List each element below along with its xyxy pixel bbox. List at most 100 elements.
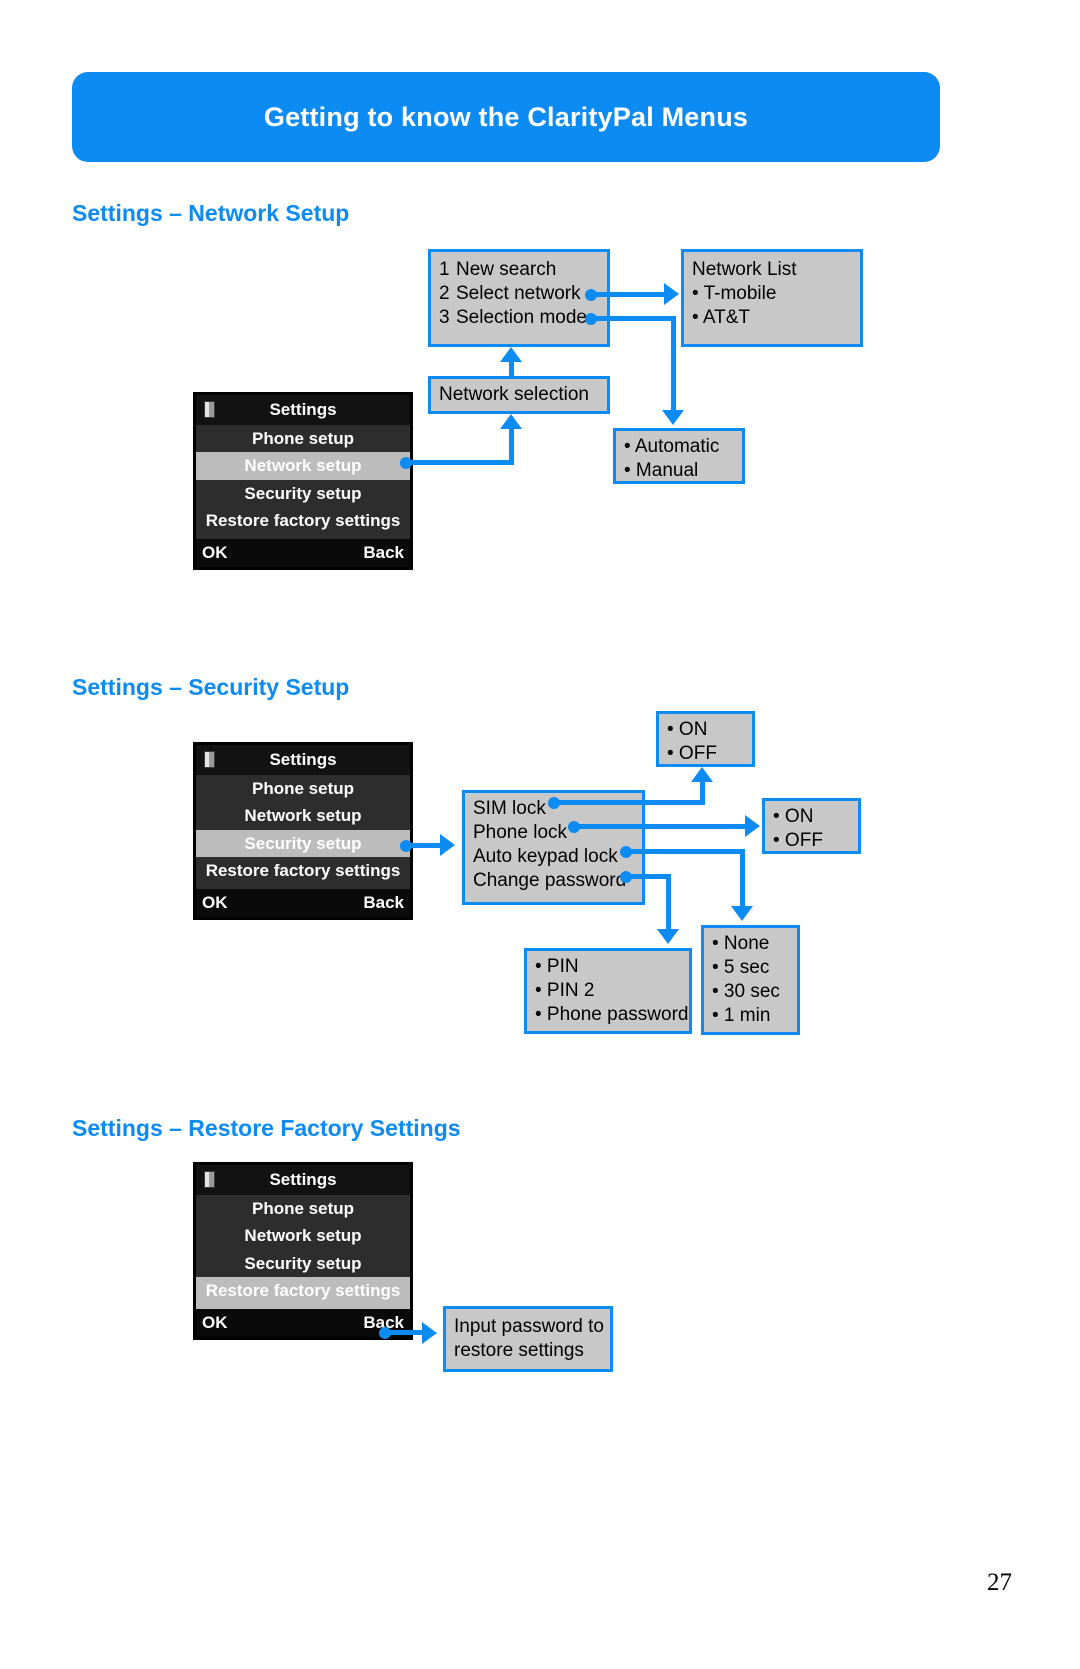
network-option-row-1: 1 New search <box>439 258 599 282</box>
phone-menu-title: Settings <box>269 1170 337 1189</box>
keypad-lock-option-none: • None <box>712 933 770 954</box>
page-header-banner: Getting to know the ClarityPal Menus <box>72 72 940 162</box>
input-password-line-0: Input password to <box>454 1316 604 1337</box>
network-list-item-att: • AT&T <box>692 306 751 328</box>
menu-item-restore-factory-settings[interactable]: Restore factory settings <box>196 507 410 539</box>
phone-softkey-bar: OK Back <box>196 889 410 917</box>
menu-item-restore-factory-settings[interactable]: Restore factory settings <box>196 1276 410 1309</box>
section-heading-network-setup: Settings – Network Setup <box>72 200 350 226</box>
box-selection-mode-options: • Automatic • Manual <box>613 428 745 484</box>
menu-item-security-setup[interactable]: Security setup <box>196 829 410 857</box>
security-menu-auto-keypad-lock: Auto keypad lock <box>473 845 618 867</box>
phone-menu-title: Settings <box>269 750 337 769</box>
section-heading-restore-factory-settings: Settings – Restore Factory Settings <box>72 1115 461 1141</box>
menu-item-network-setup[interactable]: Network setup <box>196 452 410 480</box>
sim-card-icon <box>204 1171 215 1188</box>
sim-lock-option-on: • ON <box>667 719 708 740</box>
phone-title-bar: Settings <box>196 745 410 775</box>
box-network-selection: Network selection <box>428 376 610 414</box>
selection-mode-manual: • Manual <box>624 459 699 481</box>
box-network-list: Network List • T-mobile • AT&T <box>681 249 863 347</box>
phone-screen-security-setup: Settings Phone setup Network setup Secur… <box>193 742 413 920</box>
network-option-label-2: Select network <box>456 282 581 304</box>
box-network-selection-line-0: Network selection <box>439 384 589 406</box>
connector-arrow-up-options <box>500 347 522 362</box>
keypad-lock-option-1min: • 1 min <box>712 1004 771 1026</box>
network-option-number-3: 3 <box>439 306 450 328</box>
connector-line-h-selection-mode <box>591 316 676 321</box>
connector-line-v-auto-keypad <box>740 849 745 907</box>
phone-screen-network-setup: Settings Phone setup Network setup Secur… <box>193 392 413 570</box>
connector-arrow-down-password-options <box>657 929 679 944</box>
softkey-back[interactable]: Back <box>363 543 404 563</box>
password-option-pin2: • PIN 2 <box>535 979 595 1001</box>
connector-line-h-change-password <box>626 874 671 879</box>
connector-line-v-network-selection <box>509 362 514 378</box>
phone-menu-list: Phone setup Network setup Security setup… <box>196 425 410 539</box>
network-option-number-1: 1 <box>439 259 450 280</box>
box-sim-lock-options: • ON • OFF <box>656 711 755 767</box>
connector-line-h-restore-factory <box>385 1330 423 1335</box>
input-password-line-1: restore settings <box>454 1339 584 1361</box>
menu-item-phone-setup[interactable]: Phone setup <box>196 775 410 802</box>
sim-card-icon <box>204 401 215 418</box>
phone-screen-restore-factory: Settings Phone setup Network setup Secur… <box>193 1162 413 1340</box>
softkey-ok[interactable]: OK <box>202 1313 228 1333</box>
network-option-row-2: 2 Select network <box>439 282 599 306</box>
sim-card-icon <box>204 751 215 768</box>
menu-item-restore-factory-settings[interactable]: Restore factory settings <box>196 857 410 889</box>
connector-line-h-sim-lock <box>554 800 702 805</box>
security-menu-change-password: Change password <box>473 869 627 891</box>
phone-menu-title: Settings <box>269 400 337 419</box>
menu-item-phone-setup[interactable]: Phone setup <box>196 425 410 452</box>
network-list-item-tmobile: • T-mobile <box>692 282 777 304</box>
password-option-phone-password: • Phone password <box>535 1003 689 1025</box>
connector-line-h-network-setup <box>406 460 514 465</box>
connector-line-v-change-password <box>666 874 671 930</box>
connector-line-v-sim-lock <box>700 781 705 805</box>
phone-title-bar: Settings <box>196 1165 410 1195</box>
connector-line-h-auto-keypad <box>626 849 744 854</box>
keypad-lock-option-30sec: • 30 sec <box>712 980 780 1002</box>
softkey-ok[interactable]: OK <box>202 893 228 913</box>
network-option-label-3: Selection mode <box>456 306 587 328</box>
connector-arrow-down-selection-mode <box>662 410 684 425</box>
menu-item-security-setup[interactable]: Security setup <box>196 1250 410 1277</box>
phone-softkey-bar: OK Back <box>196 539 410 567</box>
section-heading-security-setup: Settings – Security Setup <box>72 674 350 700</box>
connector-arrow-right-network-list <box>664 283 679 305</box>
softkey-ok[interactable]: OK <box>202 543 228 563</box>
connector-line-h-security-setup <box>406 843 440 848</box>
connector-line-h-select-network <box>591 292 665 297</box>
network-option-row-3: 3 Selection mode <box>439 306 599 330</box>
connector-arrow-up-network-selection <box>500 414 522 429</box>
connector-arrow-right-security-menu <box>440 834 455 856</box>
connector-line-h-phone-lock <box>574 824 746 829</box>
connector-arrow-right-phone-lock-options <box>745 815 760 837</box>
phone-menu-list: Phone setup Network setup Security setup… <box>196 1195 410 1309</box>
page-number: 27 <box>987 1569 1012 1596</box>
menu-item-network-setup[interactable]: Network setup <box>196 1222 410 1249</box>
page-title: Getting to know the ClarityPal Menus <box>263 101 749 132</box>
softkey-back[interactable]: Back <box>363 893 404 913</box>
box-input-password: Input password to restore settings <box>443 1306 613 1372</box>
keypad-lock-option-5sec: • 5 sec <box>712 956 770 978</box>
box-phone-lock-options: • ON • OFF <box>762 798 861 854</box>
selection-mode-automatic: • Automatic <box>624 436 720 457</box>
phone-menu-list: Phone setup Network setup Security setup… <box>196 775 410 889</box>
network-option-number-2: 2 <box>439 282 450 304</box>
sim-lock-option-off: • OFF <box>667 742 717 764</box>
connector-arrow-right-input-password <box>422 1322 437 1344</box>
menu-item-network-setup[interactable]: Network setup <box>196 802 410 829</box>
connector-arrow-down-keypad-lock-options <box>731 906 753 921</box>
box-change-password-options: • PIN • PIN 2 • Phone password <box>524 948 692 1034</box>
phone-lock-option-on: • ON <box>773 806 814 827</box>
connector-line-v-network-setup <box>509 428 514 464</box>
phone-softkey-bar: OK Back <box>196 1309 410 1337</box>
phone-lock-option-off: • OFF <box>773 829 823 851</box>
menu-item-phone-setup[interactable]: Phone setup <box>196 1195 410 1222</box>
connector-line-v-selection-mode <box>671 316 676 412</box>
box-network-options: 1 New search 2 Select network 3 Selectio… <box>428 249 610 347</box>
menu-item-security-setup[interactable]: Security setup <box>196 480 410 507</box>
password-option-pin: • PIN <box>535 956 579 977</box>
